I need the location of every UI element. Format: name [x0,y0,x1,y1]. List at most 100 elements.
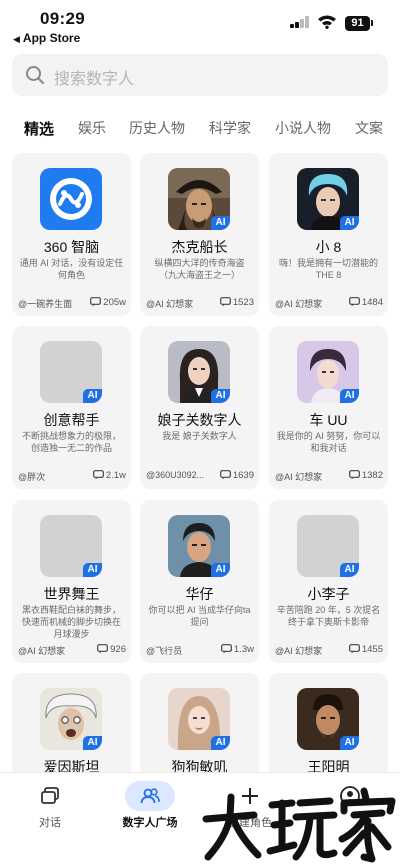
people-icon [140,788,160,804]
avatar: AI [168,515,230,577]
status-time: 09:29 [40,9,85,28]
chat-count-value: 926 [110,644,126,655]
avatar: AI [297,688,359,750]
character-card[interactable]: AI 娘子关数字人 我是 娘子关数字人 @360U3092... 1639 [140,326,259,489]
chat-count-value: 1639 [232,470,254,481]
card-name: 杰克船长 [171,239,228,255]
tab-copywriting[interactable]: 文案 [355,118,383,138]
avatar [40,168,102,230]
ai-badge: AI [211,216,230,230]
card-author: @一碗养生面 [18,299,73,309]
ai-badge: AI [340,389,359,403]
ai-badge: AI [340,216,359,230]
card-chat-count: 1639 [219,470,254,481]
card-author: @AI 幻想家 [275,472,323,482]
card-description: 我是你的 AI 努努，你可以和我对话 [276,431,381,453]
card-description: 辛苦陪跑 20 年，5 次提名终于拿下奥斯卡影帝 [276,605,381,627]
ai-badge: AI [340,563,359,577]
avatar-placeholder: AI [40,515,102,577]
search-bar[interactable]: 搜索数字人 [12,54,388,96]
360-brain-logo-icon [40,168,102,230]
nav-chat[interactable]: 对话 [5,773,95,833]
ai-badge: AI [211,389,230,403]
card-chat-count: 2.1w [93,470,126,481]
ai-badge: AI [83,736,102,750]
card-author: @胖次 [18,472,46,482]
card-description: 你可以把 AI 当成华仔向ta 提问 [148,605,251,627]
search-input[interactable]: 搜索数字人 [54,65,134,89]
tab-historical-figures[interactable]: 历史人物 [129,118,185,138]
card-name: 华仔 [185,586,214,602]
battery-tip [371,20,373,26]
ai-badge: AI [211,563,230,577]
card-description: 通用 AI 对话，没有设定任何角色 [19,258,124,280]
chat-count-icon [221,644,232,654]
chat-count-value: 205w [103,297,126,308]
chat-count-value: 1382 [361,470,383,481]
chat-count-value: 1.3w [233,644,254,655]
card-description: 黑衣西鞋配白袜的舞步，快速而机械的脚步切换在月球漫步 [21,605,121,639]
character-card[interactable]: AI 车 UU 我是你的 AI 努努，你可以和我对话 @AI 幻想家 1382 [269,326,388,489]
chat-icon [41,787,59,804]
tab-featured[interactable]: 精选 [24,118,54,139]
tab-novel-characters[interactable]: 小说人物 [275,118,331,138]
back-arrow-icon: ◀ [13,34,20,44]
card-chat-count: 205w [90,297,126,308]
chat-count-icon [90,297,102,307]
category-tabs: 精选 娱乐 历史人物 科学家 小说人物 文案 [0,118,400,144]
tab-scientists[interactable]: 科学家 [209,118,251,138]
character-card[interactable]: AI 小 8 嗨！我是拥有一切潜能的 THE 8 @AI 幻想家 1484 [269,153,388,316]
ai-badge: AI [83,389,102,403]
card-chat-count: 1.3w [221,644,254,655]
character-card[interactable]: AI 华仔 你可以把 AI 当成华仔向ta 提问 @飞行员 1.3w [140,500,259,663]
card-author: @AI 幻想家 [146,299,194,309]
chat-count-icon [97,644,109,654]
card-author: @飞行员 [146,646,183,656]
ai-badge: AI [211,736,230,750]
battery-icon: 91 [345,16,370,31]
card-chat-count: 1523 [219,297,254,308]
card-author: @AI 幻想家 [275,646,323,656]
card-chat-count: 1382 [348,470,383,481]
card-name: 娘子关数字人 [157,412,242,428]
avatar: AI [168,688,230,750]
chat-count-icon [348,297,360,307]
ai-badge: AI [83,563,102,577]
character-card[interactable]: AI 杰克船长 纵横四大洋的传奇海盗（九大海盗王之一） @AI 幻想家 1523 [140,153,259,316]
card-author: @360U3092... [146,470,205,480]
chat-count-value: 2.1w [105,470,126,481]
nav-chat-label: 对话 [39,817,61,829]
chat-count-icon [348,470,360,480]
nav-digital-human-square[interactable]: 数字人广场 [105,773,195,833]
card-author: @AI 幻想家 [18,646,66,656]
card-name: 小 8 [315,239,342,255]
chat-count-value: 1455 [361,644,383,655]
card-description: 纵横四大洋的传奇海盗（九大海盗王之一） [154,258,245,280]
watermark-logo [202,787,396,863]
card-name: 360 智脑 [43,239,100,255]
avatar: AI [40,688,102,750]
wifi-icon [318,15,336,29]
card-chat-count: 926 [97,644,126,655]
character-card[interactable]: AI 小李子 辛苦陪跑 20 年，5 次提名终于拿下奥斯卡影帝 @AI 幻想家 … [269,500,388,663]
chat-count-value: 1523 [232,297,254,308]
card-name: 创意帮手 [43,412,100,428]
card-description: 嗨！我是拥有一切潜能的 THE 8 [278,258,378,280]
tab-entertainment[interactable]: 娱乐 [78,118,106,138]
chat-count-value: 1484 [361,297,383,308]
cellular-signal-icon [290,16,310,28]
character-card[interactable]: AI 创意帮手 不断挑战想象力的极限，创造独一无二的作品 @胖次 2.1w [12,326,131,489]
search-icon [26,66,44,84]
card-chat-count: 1455 [348,644,383,655]
avatar-placeholder: AI [297,515,359,577]
character-card[interactable]: AI 世界舞王 黑衣西鞋配白袜的舞步，快速而机械的脚步切换在月球漫步 @AI 幻… [12,500,131,663]
card-name: 车 UU [309,412,348,428]
avatar: AI [168,168,230,230]
character-card[interactable]: 360 智脑 通用 AI 对话，没有设定任何角色 @一碗养生面 205w [12,153,131,316]
avatar: AI [297,168,359,230]
back-app-label: App Store [22,31,81,45]
card-name: 小李子 [307,586,350,602]
chat-count-icon [219,470,231,480]
avatar: AI [168,341,230,403]
back-to-app-store-link[interactable]: ◀ App Store [13,31,80,45]
